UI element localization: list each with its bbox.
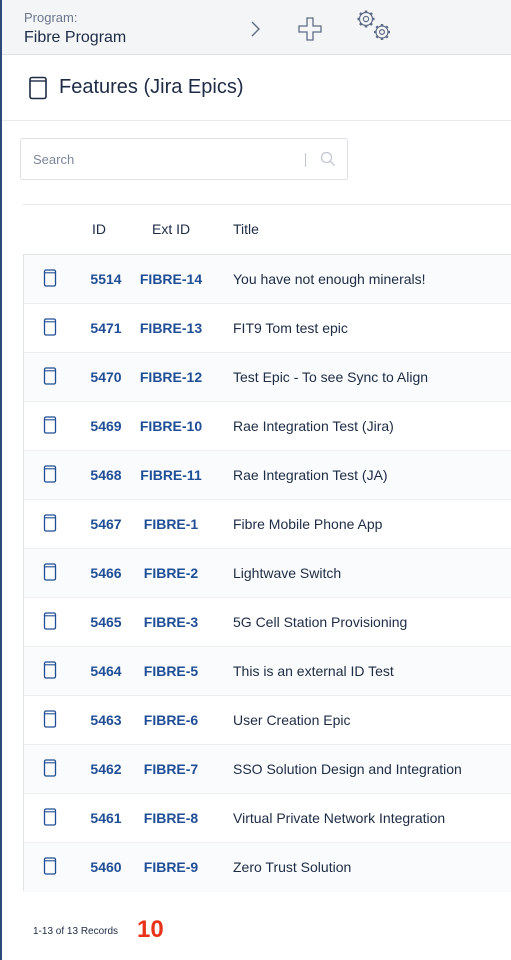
epic-document-icon: [43, 318, 57, 336]
epic-id-link[interactable]: 5514: [76, 271, 136, 287]
program-name[interactable]: Fibre Program: [24, 29, 126, 47]
epic-title[interactable]: FIT9 Tom test epic: [233, 320, 348, 336]
epic-document-icon: [43, 759, 57, 777]
epic-title[interactable]: User Creation Epic: [233, 712, 351, 728]
epic-id-link[interactable]: 5469: [76, 418, 136, 434]
ext-id-link[interactable]: FIBRE-5: [136, 663, 206, 679]
epic-document-icon: [29, 76, 47, 100]
epic-title[interactable]: 5G Cell Station Provisioning: [233, 614, 407, 630]
ext-id-link[interactable]: FIBRE-14: [136, 271, 206, 287]
table-row[interactable]: 5468 FIBRE-11 Rae Integration Test (JA): [24, 451, 511, 500]
search-box[interactable]: [20, 138, 348, 180]
ext-id-link[interactable]: FIBRE-13: [136, 320, 206, 336]
page-title: Features (Jira Epics): [59, 76, 244, 98]
ext-id-link[interactable]: FIBRE-12: [136, 369, 206, 385]
ext-id-link[interactable]: FIBRE-2: [136, 565, 206, 581]
epic-title[interactable]: Zero Trust Solution: [233, 859, 351, 875]
epic-title[interactable]: This is an external ID Test: [233, 663, 394, 679]
column-header-id[interactable]: ID: [92, 221, 106, 237]
search-icon[interactable]: [320, 151, 336, 167]
epic-title[interactable]: Virtual Private Network Integration: [233, 810, 445, 826]
ext-id-link[interactable]: FIBRE-10: [136, 418, 206, 434]
epic-id-link[interactable]: 5468: [76, 467, 136, 483]
plus-icon[interactable]: [296, 15, 324, 43]
records-count: 1-13 of 13 Records: [33, 926, 119, 937]
table-row[interactable]: 5464 FIBRE-5 This is an external ID Test: [24, 647, 511, 696]
epic-title[interactable]: Test Epic - To see Sync to Align: [233, 369, 428, 385]
table-row[interactable]: 5467 FIBRE-1 Fibre Mobile Phone App: [24, 500, 511, 549]
table-row[interactable]: 5470 FIBRE-12 Test Epic - To see Sync to A…: [24, 353, 511, 402]
epic-document-icon: [43, 465, 57, 483]
table-row[interactable]: 5514 FIBRE-14 You have not enough minerals…: [24, 255, 511, 304]
ext-id-link[interactable]: FIBRE-6: [136, 712, 206, 728]
divider: [22, 204, 511, 205]
epic-document-icon: [43, 269, 57, 287]
table-row[interactable]: 5461 FIBRE-8 Virtual Private Network Integ…: [24, 794, 511, 843]
epic-document-icon: [43, 514, 57, 532]
epic-title[interactable]: Rae Integration Test (Jira): [233, 418, 394, 434]
table-row[interactable]: 5469 FIBRE-10 Rae Integration Test (Jira): [24, 402, 511, 451]
program-bar: Program: Fibre Program: [2, 0, 511, 55]
epic-document-icon: [43, 612, 57, 630]
chevron-right-icon[interactable]: [248, 19, 262, 39]
epic-title[interactable]: You have not enough minerals!: [233, 271, 426, 287]
epic-id-link[interactable]: 5464: [76, 663, 136, 679]
search-separator: [305, 153, 306, 167]
ext-id-link[interactable]: FIBRE-3: [136, 614, 206, 630]
left-edge-border: [0, 0, 2, 960]
table-row[interactable]: 5466 FIBRE-2 Lightwave Switch: [24, 549, 511, 598]
ext-id-link[interactable]: FIBRE-11: [136, 467, 206, 483]
ext-id-link[interactable]: FIBRE-1: [136, 516, 206, 532]
table-row[interactable]: 5463 FIBRE-6 User Creation Epic: [24, 696, 511, 745]
epic-id-link[interactable]: 5463: [76, 712, 136, 728]
epic-id-link[interactable]: 5465: [76, 614, 136, 630]
epic-title[interactable]: SSO Solution Design and Integration: [233, 761, 462, 777]
epic-id-link[interactable]: 5467: [76, 516, 136, 532]
epic-document-icon: [43, 661, 57, 679]
epic-id-link[interactable]: 5461: [76, 810, 136, 826]
epic-document-icon: [43, 416, 57, 434]
epic-id-link[interactable]: 5470: [76, 369, 136, 385]
epic-document-icon: [43, 367, 57, 385]
search-input[interactable]: [33, 148, 293, 170]
epic-document-icon: [43, 563, 57, 581]
column-header-title[interactable]: Title: [233, 221, 259, 237]
ext-id-link[interactable]: FIBRE-9: [136, 859, 206, 875]
ext-id-link[interactable]: FIBRE-8: [136, 810, 206, 826]
gears-icon[interactable]: [354, 8, 396, 44]
program-label: Program:: [24, 10, 78, 25]
ext-id-link[interactable]: FIBRE-7: [136, 761, 206, 777]
epic-id-link[interactable]: 5471: [76, 320, 136, 336]
page-header: Features (Jira Epics): [2, 55, 511, 121]
table-row[interactable]: 5460 FIBRE-9 Zero Trust Solution: [24, 843, 511, 892]
epic-title[interactable]: Fibre Mobile Phone App: [233, 516, 382, 532]
epic-id-link[interactable]: 5466: [76, 565, 136, 581]
epic-title[interactable]: Lightwave Switch: [233, 565, 341, 581]
epic-document-icon: [43, 857, 57, 875]
table-row[interactable]: 5471 FIBRE-13 FIT9 Tom test epic: [24, 304, 511, 353]
epic-title[interactable]: Rae Integration Test (JA): [233, 467, 388, 483]
table-row[interactable]: 5462 FIBRE-7 SSO Solution Design and Integ…: [24, 745, 511, 794]
epic-document-icon: [43, 808, 57, 826]
epic-id-link[interactable]: 5462: [76, 761, 136, 777]
table-row[interactable]: 5465 FIBRE-3 5G Cell Station Provisioning: [24, 598, 511, 647]
epic-id-link[interactable]: 5460: [76, 859, 136, 875]
column-header-ext-id[interactable]: Ext ID: [152, 221, 190, 237]
page-size-selector[interactable]: 10: [137, 916, 164, 944]
epics-table: 5514 FIBRE-14 You have not enough minerals…: [23, 254, 511, 892]
epic-document-icon: [43, 710, 57, 728]
